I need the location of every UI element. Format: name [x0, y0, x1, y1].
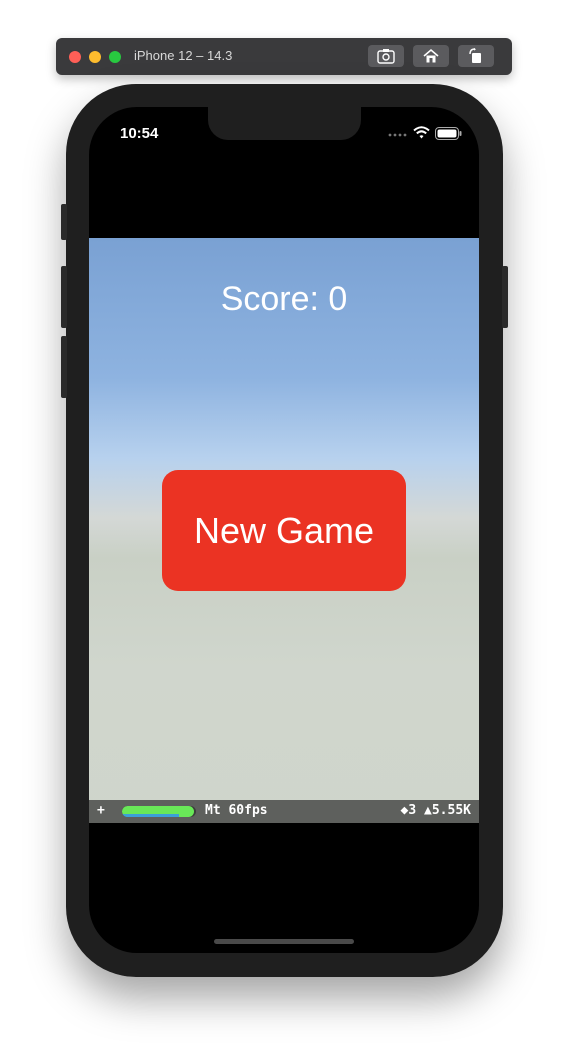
close-window-button[interactable] [69, 51, 81, 63]
mute-switch[interactable] [61, 204, 67, 240]
draw-stats: ◆3 ▲5.55K [400, 803, 471, 818]
stats-expand-button[interactable]: + [97, 803, 105, 818]
screenshot-icon [377, 49, 395, 64]
volume-up-button[interactable] [61, 266, 67, 328]
phone-screen: 10:54 Score: 0 New Game + Mt 60fps ◆3 ▲5… [89, 107, 479, 953]
fps-readout: Mt 60fps [205, 803, 268, 818]
wifi-icon [413, 126, 430, 139]
screenshot-button[interactable] [368, 45, 404, 67]
maximize-window-button[interactable] [109, 51, 121, 63]
notch [208, 107, 361, 140]
rotate-button[interactable] [458, 45, 494, 67]
rotate-icon [469, 48, 481, 63]
home-button[interactable] [413, 45, 449, 67]
home-icon [423, 48, 439, 63]
power-button[interactable] [502, 266, 508, 328]
home-indicator[interactable] [214, 939, 354, 944]
fps-bar-underline [122, 814, 180, 817]
scenekit-stats-bar: + Mt 60fps ◆3 ▲5.55K [89, 800, 479, 823]
simulator-titlebar[interactable]: iPhone 12 – 14.3 [56, 38, 512, 75]
simulator-title: iPhone 12 – 14.3 [134, 48, 233, 63]
signal-icon [388, 133, 407, 137]
status-time: 10:54 [120, 125, 159, 142]
new-game-button[interactable]: New Game [162, 470, 406, 591]
score-label: Score: 0 [220, 280, 348, 318]
simulator-window: iPhone 12 – 14.3 10:54 Score: 0 New Game… [0, 0, 568, 1051]
game-view[interactable]: Score: 0 New Game + Mt 60fps ◆3 ▲5.55K [89, 238, 479, 823]
battery-icon [435, 127, 462, 140]
volume-down-button[interactable] [61, 336, 67, 398]
minimize-window-button[interactable] [89, 51, 101, 63]
fps-bar [122, 806, 196, 817]
